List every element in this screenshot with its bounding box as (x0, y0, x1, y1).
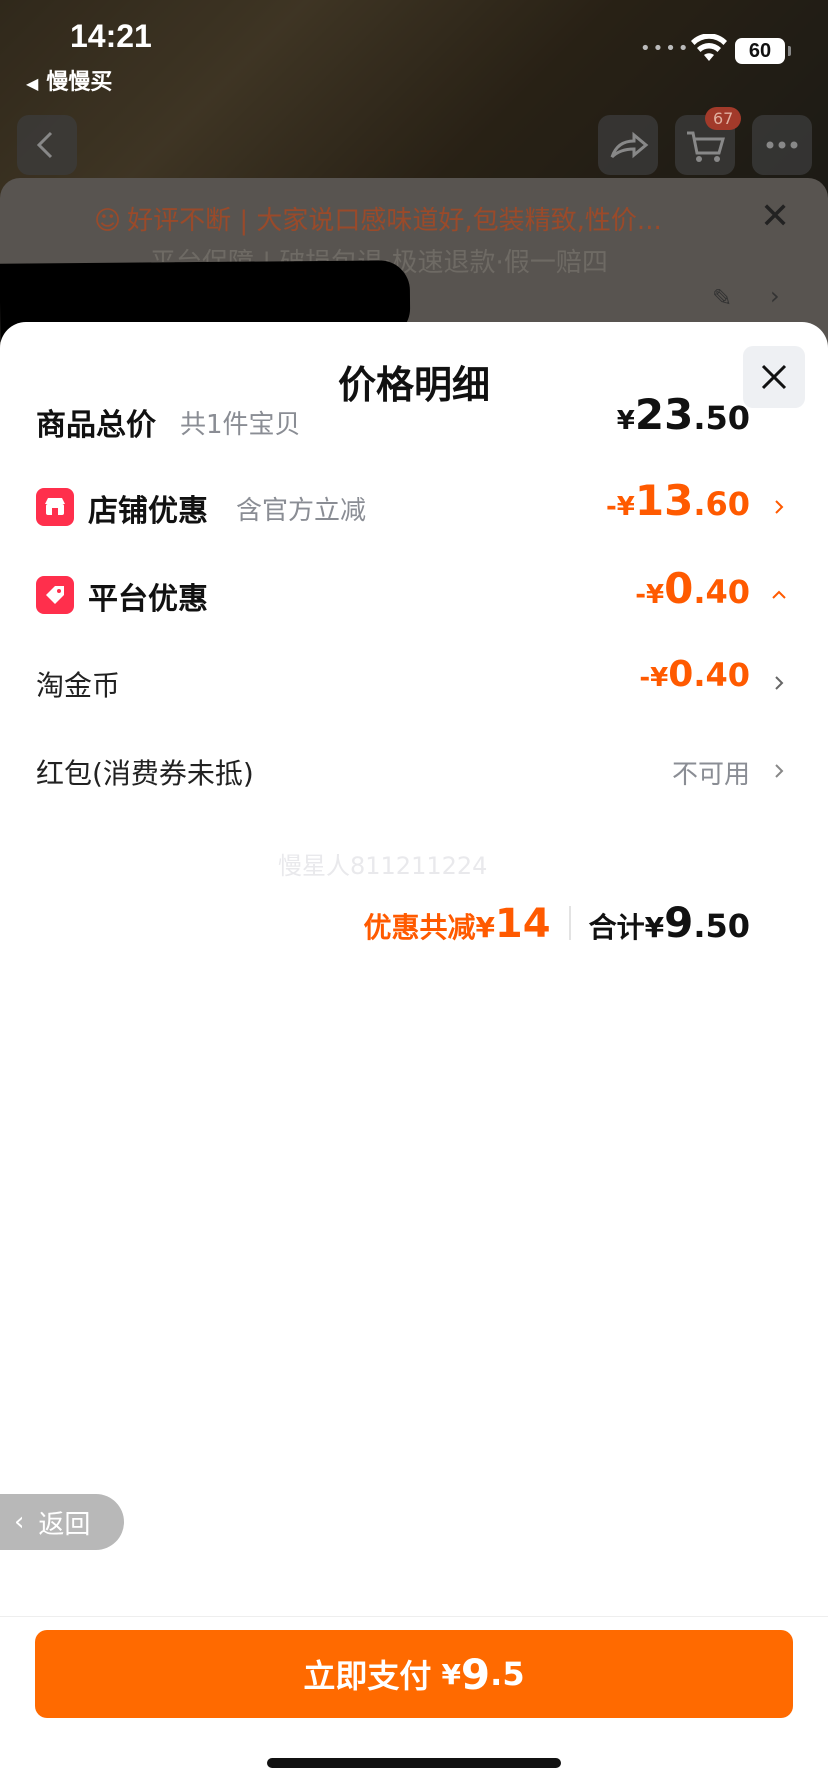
pay-now-button[interactable]: 立即支付 ¥9.5 (35, 1630, 793, 1718)
battery-indicator: 60 (735, 38, 791, 64)
totals-summary: 优惠共减¥14 合计¥9.50 (363, 898, 750, 947)
wifi-icon (691, 34, 727, 61)
total-discount: 优惠共减¥14 (363, 901, 550, 947)
total-sum-dec: .50 (693, 907, 750, 945)
yen-symbol: -¥ (605, 492, 635, 522)
yen-symbol: -¥ (635, 580, 665, 610)
amount-int: 13 (634, 476, 694, 525)
amount-dec: .60 (693, 485, 750, 523)
pay-yen: ¥ (441, 1657, 461, 1691)
status-bar: 14:21 ◀ 慢慢买 •••• 60 (0, 0, 828, 100)
chevron-left-icon (36, 131, 53, 159)
row-platform-discount[interactable]: 平台优惠 -¥0.40 (0, 564, 828, 626)
back-to-app-link[interactable]: ◀ 慢慢买 (26, 64, 112, 96)
watermark: 慢星人811211224 (278, 852, 488, 880)
cart-count-badge: 67 (705, 107, 742, 130)
edit-icon: ✎ (712, 284, 733, 312)
chevron-up-icon (772, 590, 786, 599)
divider (568, 905, 571, 940)
amount-dec: .40 (693, 656, 750, 694)
amount-int: 0 (668, 654, 694, 695)
back-triangle-icon: ◀ (26, 74, 39, 93)
chevron-left-icon: ‹ (14, 1507, 25, 1537)
tag-icon (36, 576, 74, 614)
yen-symbol: ¥ (616, 406, 635, 436)
more-button[interactable] (752, 115, 812, 175)
bottom-divider (0, 1616, 828, 1617)
share-button[interactable] (598, 115, 658, 175)
total-goods-count: 共1件宝贝 (180, 410, 301, 440)
total-sum: 合计¥9.50 (589, 898, 750, 947)
price-detail-sheet: 价格明细 商品总价 共1件宝贝 ¥23.50 店铺优惠 含官方立减 -¥13.6… (0, 322, 828, 1792)
nav-back-button[interactable] (17, 115, 77, 175)
home-indicator (267, 1758, 561, 1768)
pay-label: 立即支付 (303, 1657, 432, 1695)
pay-dec: .5 (490, 1655, 525, 1693)
behind-close-icon: ✕ (760, 196, 791, 237)
chevron-right-icon (775, 500, 784, 514)
chevron-right-icon (775, 764, 784, 778)
signal-icon: •••• (640, 38, 691, 59)
yen-symbol: -¥ (639, 663, 669, 693)
chevron-right-icon: › (770, 282, 780, 310)
store-icon (36, 488, 74, 526)
close-icon (761, 364, 787, 390)
row-taojinbi[interactable]: 淘金币 -¥0.40 (0, 654, 828, 714)
cart-button[interactable]: 67 (675, 107, 742, 175)
status-time: 14:21 (70, 18, 152, 54)
store-discount-label: 店铺优惠 (88, 494, 208, 529)
red-packet-label: 红包(消费券未抵) (36, 757, 254, 790)
amount-int: 0 (664, 564, 694, 613)
store-discount-note: 含官方立减 (236, 496, 367, 526)
pay-int: 9 (460, 1649, 491, 1699)
chevron-right-icon (775, 676, 784, 690)
total-goods-label: 商品总价 (36, 408, 156, 443)
total-sum-label: 合计¥ (588, 911, 665, 944)
taojinbi-label: 淘金币 (36, 669, 121, 702)
chat-icon: ☺ (94, 206, 122, 236)
total-sum-int: 9 (664, 898, 694, 947)
total-discount-label: 优惠共减¥ (363, 911, 495, 944)
review-banner-text: 好评不断 | 大家说口感味道好,包装精致,性价... (127, 206, 662, 236)
back-app-label: 慢慢买 (46, 70, 113, 95)
floating-back-button[interactable]: ‹ 返回 (0, 1494, 124, 1550)
share-icon (610, 131, 649, 159)
amount-dec: .50 (693, 399, 750, 437)
total-goods-amount: ¥23.50 (617, 390, 750, 439)
amount-dec: .40 (693, 573, 750, 611)
back-label: 返回 (38, 1509, 91, 1540)
taojinbi-amount: -¥0.40 (639, 654, 750, 695)
review-banner: ☺ 好评不断 | 大家说口感味道好,包装精致,性价... (94, 200, 662, 237)
more-icon (766, 141, 798, 149)
red-packet-value: 不可用 (671, 760, 750, 790)
platform-discount-amount: -¥0.40 (635, 564, 750, 613)
total-discount-value: 14 (494, 901, 551, 947)
row-store-discount[interactable]: 店铺优惠 含官方立减 -¥13.60 (0, 476, 828, 538)
amount-int: 23 (634, 390, 694, 439)
platform-discount-label: 平台优惠 (88, 582, 208, 617)
row-total-goods: 商品总价 共1件宝贝 ¥23.50 (0, 390, 828, 452)
store-discount-amount: -¥13.60 (606, 476, 750, 525)
row-red-packet[interactable]: 红包(消费券未抵) 不可用 (0, 742, 828, 802)
